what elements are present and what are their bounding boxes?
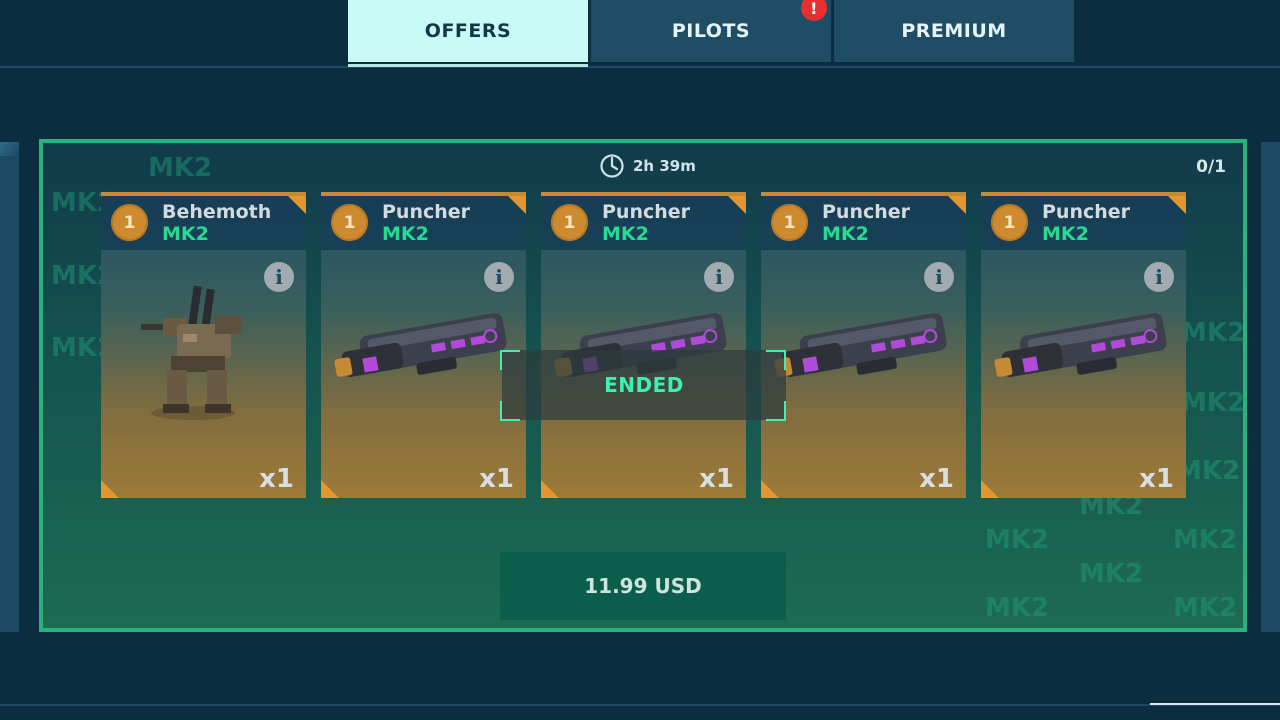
rarity-corner <box>321 480 339 498</box>
level-badge: 1 <box>111 204 148 241</box>
level-badge: 1 <box>991 204 1028 241</box>
tab-offers-label: OFFERS <box>424 20 512 42</box>
robot-image <box>141 286 241 420</box>
item-quantity: x1 <box>479 464 514 494</box>
weapon-image <box>774 313 947 378</box>
purchase-counter: 0/1 <box>1196 157 1226 177</box>
bracket-corner <box>500 401 520 421</box>
rarity-corner <box>508 196 526 214</box>
active-tab-indicator <box>348 64 588 67</box>
tab-pilots[interactable]: PILOTS ! <box>591 0 831 62</box>
bracket-corner <box>766 350 786 370</box>
watermark: MK2 <box>985 525 1050 555</box>
item-quantity: x1 <box>259 464 294 494</box>
item-tier: MK2 <box>162 223 209 245</box>
item-name: Puncher <box>602 201 691 223</box>
alert-badge: ! <box>801 0 827 21</box>
bracket-corner <box>500 350 520 370</box>
next-offer-panel[interactable] <box>1261 142 1280 632</box>
tab-offers[interactable]: OFFERS <box>348 0 588 62</box>
item-quantity: x1 <box>919 464 954 494</box>
weapon-image <box>994 313 1167 378</box>
offer-item-card[interactable]: 1 Puncher MK2 i x1 <box>541 192 746 498</box>
rarity-corner <box>728 196 746 214</box>
offer-item-card[interactable]: 1 Puncher MK2 i x1 <box>761 192 966 498</box>
watermark: MK2 <box>1173 593 1238 623</box>
bottom-indicator <box>1150 703 1280 705</box>
watermark: MK2 <box>1181 388 1246 418</box>
level-badge: 1 <box>551 204 588 241</box>
level-badge: 1 <box>331 204 368 241</box>
bracket-corner <box>766 401 786 421</box>
rarity-corner <box>761 480 779 498</box>
watermark: MK2 <box>985 593 1050 623</box>
offer-ended-banner: ENDED <box>502 350 786 420</box>
item-tier: MK2 <box>382 223 429 245</box>
ended-label: ENDED <box>604 373 684 397</box>
tab-bar: OFFERS PILOTS ! PREMIUM <box>348 0 1074 62</box>
item-quantity: x1 <box>699 464 734 494</box>
rarity-corner <box>541 480 559 498</box>
offer-item-card[interactable]: 1 Behemoth MK2 i x1 <box>101 192 306 498</box>
tab-premium[interactable]: PREMIUM <box>834 0 1074 62</box>
watermark: MK2 <box>1181 318 1246 348</box>
previous-offer-panel[interactable] <box>0 142 19 632</box>
rarity-corner <box>288 196 306 214</box>
watermark: MK2 <box>148 153 213 183</box>
watermark: MK2 <box>1173 525 1238 555</box>
item-tier: MK2 <box>1042 223 1089 245</box>
rarity-corner <box>1168 196 1186 214</box>
watermark: MK2 <box>1079 559 1144 589</box>
item-name: Puncher <box>1042 201 1131 223</box>
clock-icon <box>600 154 624 178</box>
item-tier: MK2 <box>822 223 869 245</box>
price-label: 11.99 USD <box>584 574 702 598</box>
bottom-divider <box>0 704 1280 706</box>
item-name: Puncher <box>382 201 471 223</box>
offer-timer: 2h 39m <box>599 153 696 179</box>
rarity-corner <box>981 480 999 498</box>
tab-premium-label: PREMIUM <box>901 20 1007 42</box>
rarity-corner <box>101 480 119 498</box>
item-tier: MK2 <box>602 223 649 245</box>
level-badge: 1 <box>771 204 808 241</box>
timer-text: 2h 39m <box>633 157 696 175</box>
buy-price-button[interactable]: 11.99 USD <box>500 552 786 620</box>
offer-item-card[interactable]: 1 Puncher MK2 i x1 <box>321 192 526 498</box>
item-quantity: x1 <box>1139 464 1174 494</box>
offer-item-card[interactable]: 1 Puncher MK2 i x1 <box>981 192 1186 498</box>
tabs-divider <box>0 66 1280 68</box>
tab-pilots-label: PILOTS <box>671 20 751 42</box>
item-name: Behemoth <box>162 201 272 223</box>
item-name: Puncher <box>822 201 911 223</box>
rarity-corner <box>948 196 966 214</box>
weapon-image <box>334 313 507 378</box>
